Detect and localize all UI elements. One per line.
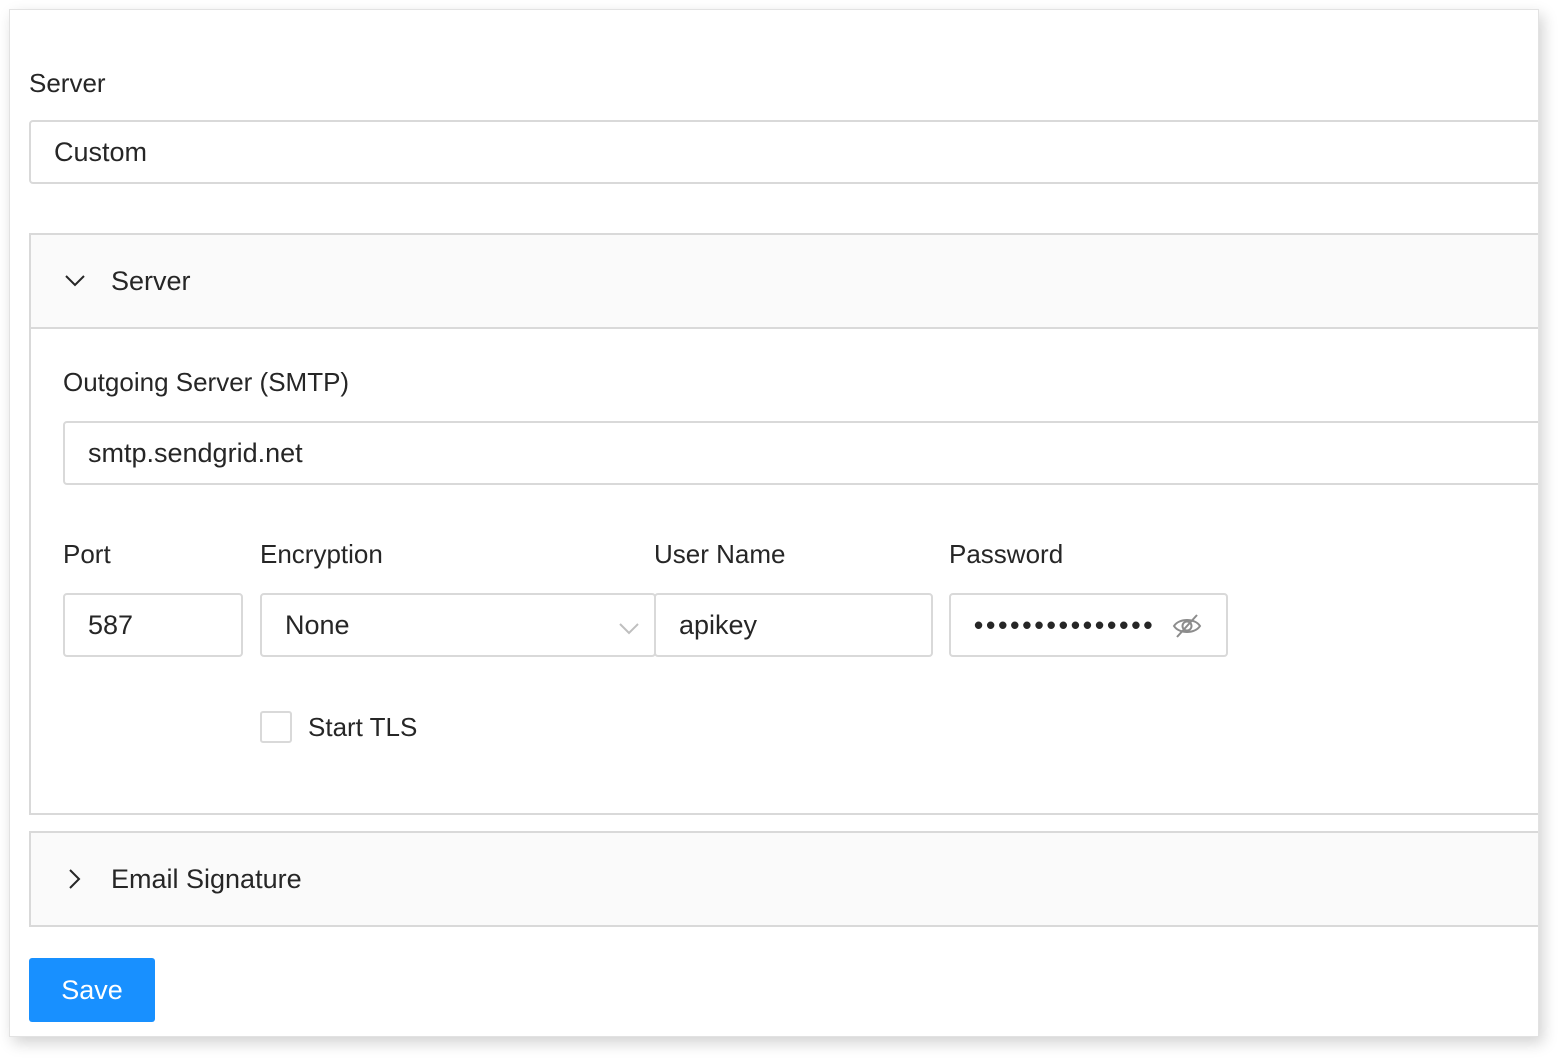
port-label: Port [63,539,111,569]
server-panel-body: Outgoing Server (SMTP) smtp.sendgrid.net… [31,327,1538,813]
chevron-down-icon [63,269,87,293]
password-input[interactable]: ••••••••••••••• [949,593,1228,657]
signature-panel: Email Signature [29,831,1538,927]
encryption-value: None [285,609,350,640]
port-input[interactable]: 587 [63,593,243,657]
signature-panel-title: Email Signature [111,863,302,894]
server-label: Server [29,68,106,98]
server-select-value: Custom [54,136,148,167]
encryption-label: Encryption [260,539,383,569]
outgoing-server-value: smtp.sendgrid.net [88,437,303,468]
outgoing-server-label: Outgoing Server (SMTP) [63,367,350,397]
server-select[interactable]: Custom [29,120,1538,184]
eye-slash-icon[interactable] [1172,612,1202,640]
server-panel-title: Server [111,265,191,296]
start-tls-label: Start TLS [308,712,418,742]
password-label: Password [949,539,1064,569]
chevron-down-icon [618,615,640,637]
port-value: 587 [88,609,134,640]
save-button[interactable]: Save [29,958,155,1022]
outgoing-server-input[interactable]: smtp.sendgrid.net [63,421,1538,485]
signature-panel-header[interactable]: Email Signature [31,833,1538,925]
settings-card: Server Custom Server Outgoing Server (SM… [9,9,1539,1037]
username-label: User Name [654,539,786,569]
start-tls-checkbox[interactable] [260,711,292,743]
password-value: ••••••••••••••• [974,609,1156,640]
username-input[interactable]: apikey [654,593,933,657]
username-value: apikey [679,609,758,640]
encryption-select[interactable]: None [260,593,656,657]
chevron-right-icon [63,867,87,891]
server-panel: Server Outgoing Server (SMTP) smtp.sendg… [29,233,1538,815]
server-panel-header[interactable]: Server [31,235,1538,327]
